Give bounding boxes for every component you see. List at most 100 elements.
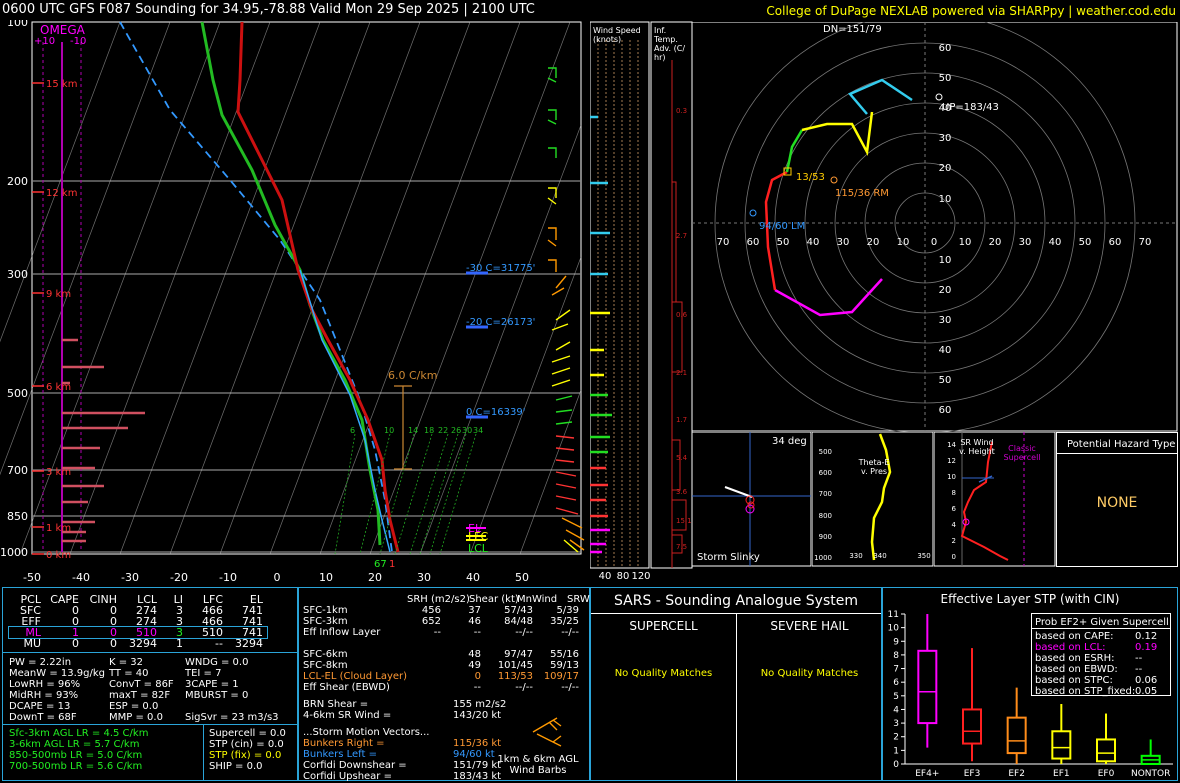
kin-row: SFC-6km 48 97/47 55/16: [303, 649, 579, 660]
srwind-height: 10: [947, 473, 956, 481]
srwind-label: SR Wind v. Height: [959, 438, 995, 456]
temp-tick: 40: [466, 571, 480, 584]
srwind-height: 0: [952, 553, 956, 561]
parcel-cell: 3: [176, 626, 183, 639]
stp-box: [1051, 730, 1072, 760]
lapse-rate: 850-500mb LR = 5.0 C/km: [9, 750, 143, 761]
srwind-height: 2: [952, 537, 956, 545]
stp-category-label: NONTOR: [1131, 769, 1170, 779]
mixing-label: 6: [350, 426, 355, 435]
hodograph-panel: 60 50 40 30 20 10 10 20 30 40 50 60 70 6…: [691, 12, 1178, 434]
thetae-level: 1000: [814, 554, 832, 562]
stp-category-label: EF3: [964, 769, 981, 779]
lapse-rate: 3-6km AGL LR = 5.7 C/km: [9, 739, 140, 750]
sars-hail-msg: No Quality Matches: [760, 668, 859, 679]
thetae-level: 900: [819, 533, 832, 541]
slinky-degree: 34 deg: [772, 436, 807, 447]
stp-y-tick: 6: [893, 678, 899, 688]
stp-y-tick: 9: [893, 637, 899, 647]
thermo-row: MeanW = 13.9g/kg TT = 40 TEI = 7: [9, 668, 222, 679]
hazard-value: NONE: [1096, 495, 1138, 511]
slinky-label: Storm Slinky: [697, 552, 760, 563]
parcel-cell: 3294: [129, 637, 157, 650]
speed-tick: 80: [617, 571, 630, 582]
thermo-row: DownT = 68F MMP = 0.0 SigSvr = 23 m3/s3: [9, 712, 279, 723]
kin-header: Shear (kt): [469, 594, 519, 605]
parcel-row-mu[interactable]: MU 0 0 3294 1 -- 3294: [9, 638, 267, 649]
x-tick: 40: [807, 237, 820, 248]
ring-label: 60: [939, 405, 952, 416]
x-tick: 10: [897, 237, 910, 248]
composite: SHIP = 0.0: [209, 761, 263, 772]
sfc-temp: 1: [389, 559, 395, 570]
stp-y-tick: 2: [893, 733, 899, 743]
parcel-cell: 0: [110, 637, 117, 650]
stp-y-tick: 11: [888, 610, 899, 620]
ring-label: 20: [939, 163, 952, 174]
temp-tick: -40: [72, 571, 90, 584]
ring-label: 10: [939, 194, 952, 205]
lcl-label: LCL: [468, 542, 489, 555]
thetae-level: 600: [819, 469, 832, 477]
inf-adv-value: 0.6: [676, 311, 688, 319]
thetae-level: 800: [819, 512, 832, 520]
x-tick: 30: [1019, 237, 1032, 248]
stp-y-tick: 5: [893, 692, 899, 702]
rm-label: 115/36 RM: [835, 188, 889, 199]
prob-rows: based on CAPE: 0.12 based on LCL: 0.19 bas…: [1035, 631, 1157, 697]
pressure-label: 500: [7, 387, 28, 400]
composite: STP (fix) = 0.0: [209, 750, 282, 761]
kin-row: Eff Inflow Layer -- -- --/-- --/--: [303, 627, 579, 638]
kin-header: MnWind: [517, 594, 558, 605]
mean-wind-label: 13/53: [796, 172, 825, 183]
thermo-row: DCAPE = 13 ESP = 0.0: [9, 701, 159, 712]
thetae-panel: 500 600 700 800 900 1000 330 340 350 The…: [811, 431, 934, 567]
hazard-panel: Potential Hazard Type NONE: [1056, 432, 1178, 567]
parcel-cell: 3294: [235, 637, 263, 650]
x-tick: 60: [1109, 237, 1122, 248]
pressure-label: 850: [7, 510, 28, 523]
parcel-cell: 1: [176, 637, 183, 650]
thermo-block: PW = 2.22in K = 32 WNDG = 0.0 MeanW = 13.9…: [9, 657, 279, 723]
kin-header: SRH (m2/s2): [407, 594, 470, 605]
barbs-label: 1km & 6km AGL Wind Barbs: [497, 754, 579, 776]
thetae-tick: 330: [849, 552, 862, 560]
prob-title: Prob EF2+ Given Supercell: [1035, 617, 1169, 628]
ring-label: 20: [939, 285, 952, 296]
stp-y-tick: 8: [893, 651, 899, 661]
stp-category-label: EF2: [1008, 769, 1025, 779]
height-label: 15 km: [46, 79, 77, 90]
composite: STP (cin) = 0.0: [209, 739, 284, 750]
inf-adv-value: 2.7: [676, 232, 687, 240]
kin-row: Eff Shear (EBWD) -- --/-- --/--: [303, 682, 579, 693]
temp-tick: 0: [274, 571, 281, 584]
stp-y-tick: 4: [893, 705, 899, 715]
stp-category-label: EF0: [1098, 769, 1115, 779]
isotherm-label-m30: -30 C=31775': [466, 263, 535, 274]
thetae-label: Theta-E v. Pres: [858, 458, 890, 476]
srwind-height: 8: [952, 489, 956, 497]
x-tick: 10: [959, 237, 972, 248]
inf-adv-value: 0.3: [676, 107, 687, 115]
up-label: UP=183/43: [942, 102, 999, 113]
classic-supercell-label: Classic Supercell: [1003, 444, 1041, 462]
kin-row: SFC-1km 456 37 57/43 5/39: [303, 605, 579, 616]
stp-y-tick: 1: [893, 746, 899, 756]
lm-label: 94/60 LM: [759, 221, 805, 232]
lapse-rates: Sfc-3km AGL LR = 4.5 C/km 3-6km AGL LR =…: [9, 728, 148, 772]
mixing-label: 10: [384, 426, 394, 435]
hazard-title: Potential Hazard Type: [1067, 439, 1176, 450]
srwind-height: 6: [952, 505, 957, 513]
sars-hail-heading: SEVERE HAIL: [770, 619, 849, 633]
inf-temp-label: Inf. Temp. Adv. (C/ hr): [654, 26, 686, 62]
thermo-panel: PCL CAPE CINH LCL LI LFC EL SFC 0 0 274 …: [2, 587, 298, 781]
sars-title: SARS - Sounding Analogue System: [614, 593, 858, 609]
brn-shear: BRN Shear = 155 m2/s2: [303, 699, 507, 710]
thetae-level: 500: [819, 448, 832, 456]
height-label: 12 km: [46, 188, 77, 199]
ring-label: 10: [939, 255, 952, 266]
kin-row: LCL-EL (Cloud Layer) 0 113/53 109/17: [303, 671, 579, 682]
temp-tick: -50: [23, 571, 41, 584]
x-tick: 20: [989, 237, 1002, 248]
kin-row: SFC-8km 49 101/45 59/13: [303, 660, 579, 671]
